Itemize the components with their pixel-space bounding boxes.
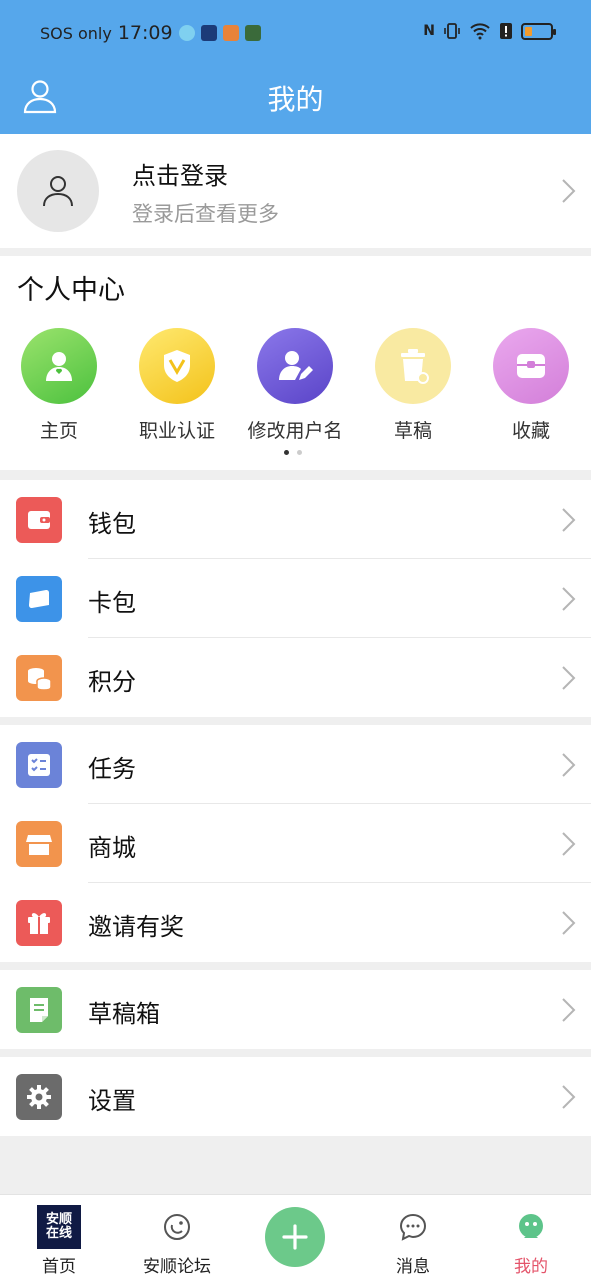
battery-icon	[521, 22, 556, 40]
quick-item-drafts[interactable]: 草稿	[354, 328, 472, 443]
carrier-text: SOS only	[40, 23, 112, 43]
mine-icon	[509, 1205, 553, 1249]
chevron-right-icon	[562, 911, 576, 935]
app-logo: 安顺在线	[37, 1205, 81, 1249]
menu-item-label: 商城	[88, 834, 136, 862]
bottom-nav: 安顺在线 首页 安顺论坛 消息 我的	[0, 1194, 591, 1280]
menu-item-wallet[interactable]: 钱包	[0, 480, 591, 559]
quick-item-edit-username[interactable]: 修改用户名	[236, 328, 354, 443]
app-notification-icon	[178, 25, 195, 41]
message-icon	[391, 1205, 435, 1249]
shop-icon	[16, 821, 62, 867]
menu-item-label: 邀请有奖	[88, 913, 184, 941]
user-edit-icon	[257, 328, 333, 404]
login-title[interactable]: 点击登录	[132, 156, 228, 191]
menu-group-drafts: 草稿箱	[0, 970, 591, 1049]
menu-item-points[interactable]: 积分	[0, 638, 591, 717]
status-left: SOS only 17:09	[40, 22, 261, 44]
menu-group-settings: 设置	[0, 1057, 591, 1136]
app-notification-icon	[222, 25, 239, 41]
home-logo-icon: 安顺在线	[37, 1205, 81, 1249]
login-subtitle: 登录后查看更多	[132, 202, 279, 226]
gift-icon	[16, 900, 62, 946]
menu-item-label: 钱包	[88, 510, 136, 538]
nav-item-mine[interactable]: 我的	[476, 1205, 586, 1277]
nav-label: 消息	[396, 1257, 430, 1277]
nav-item-messages[interactable]: 消息	[358, 1205, 468, 1277]
shield-v-icon	[139, 328, 215, 404]
chevron-right-icon	[562, 666, 576, 690]
chevron-right-icon	[562, 998, 576, 1022]
alert-icon	[500, 23, 512, 39]
quick-item-label: 修改用户名	[247, 420, 343, 442]
avatar-user-icon	[43, 176, 73, 207]
add-post-button[interactable]	[265, 1207, 325, 1267]
menu-item-label: 卡包	[88, 589, 136, 617]
chevron-right-icon	[562, 179, 576, 203]
wifi-icon	[470, 23, 490, 40]
status-right: N	[423, 22, 556, 40]
status-bar: SOS only 17:09 N	[0, 0, 591, 66]
vibrate-icon	[444, 23, 460, 39]
title-bar: 我的	[0, 66, 591, 134]
menu-group-activity: 任务 商城 邀请有奖	[0, 725, 591, 962]
menu-item-shop[interactable]: 商城	[0, 804, 591, 883]
menu-item-label: 积分	[88, 668, 136, 696]
menu-group-finance: 钱包 卡包 积分	[0, 480, 591, 717]
menu-item-card-pack[interactable]: 卡包	[0, 559, 591, 638]
section-title: 个人中心	[17, 275, 125, 306]
gear-icon	[16, 1074, 62, 1120]
quick-item-certification[interactable]: 职业认证	[118, 328, 236, 443]
personal-center: 个人中心 主页 职业认证 修改用户名 草稿 收藏	[0, 256, 591, 470]
nav-label: 首页	[42, 1257, 76, 1277]
quick-item-favorites[interactable]: 收藏	[472, 328, 590, 443]
menu-item-label: 设置	[88, 1087, 136, 1115]
chevron-right-icon	[562, 832, 576, 856]
nfc-icon: N	[423, 23, 435, 39]
menu-item-tasks[interactable]: 任务	[0, 725, 591, 804]
wallet-icon	[16, 497, 62, 543]
quick-item-label: 主页	[39, 420, 78, 442]
nav-label: 安顺论坛	[143, 1257, 211, 1277]
forum-icon	[155, 1205, 199, 1249]
quick-item-label: 收藏	[511, 420, 550, 442]
page-indicator	[284, 450, 302, 455]
quick-item-label: 职业认证	[138, 420, 215, 442]
quick-item-label: 草稿	[393, 420, 432, 442]
clock: 17:09	[117, 22, 173, 44]
quick-item-home[interactable]: 主页	[0, 328, 118, 443]
avatar[interactable]	[17, 150, 99, 232]
page-dot	[297, 450, 302, 455]
page-title: 我的	[267, 83, 324, 116]
chevron-right-icon	[562, 753, 576, 777]
header: SOS only 17:09 N 我的	[0, 0, 591, 134]
chevron-right-icon	[562, 587, 576, 611]
collect-box-icon	[493, 328, 569, 404]
chevron-right-icon	[562, 508, 576, 532]
nav-label: 我的	[514, 1257, 548, 1277]
trash-draft-icon	[375, 328, 451, 404]
card-icon	[16, 576, 62, 622]
plus-icon	[282, 1224, 308, 1250]
login-card[interactable]: 点击登录 登录后查看更多	[0, 134, 591, 248]
app-notification-icon	[244, 25, 261, 41]
menu-item-label: 任务	[88, 755, 136, 783]
menu-item-invite[interactable]: 邀请有奖	[0, 883, 591, 962]
task-list-icon	[16, 742, 62, 788]
upload-notification-icon	[200, 25, 217, 41]
nav-item-forum[interactable]: 安顺论坛	[122, 1205, 232, 1277]
nav-item-home[interactable]: 安顺在线 首页	[4, 1205, 114, 1277]
coins-icon	[16, 655, 62, 701]
page-dot-active	[284, 450, 289, 455]
menu-item-draft-box[interactable]: 草稿箱	[0, 970, 591, 1049]
menu-item-settings[interactable]: 设置	[0, 1057, 591, 1136]
draft-box-icon	[16, 987, 62, 1033]
home-user-icon	[21, 328, 97, 404]
chevron-right-icon	[562, 1085, 576, 1109]
menu-item-label: 草稿箱	[88, 1000, 160, 1028]
